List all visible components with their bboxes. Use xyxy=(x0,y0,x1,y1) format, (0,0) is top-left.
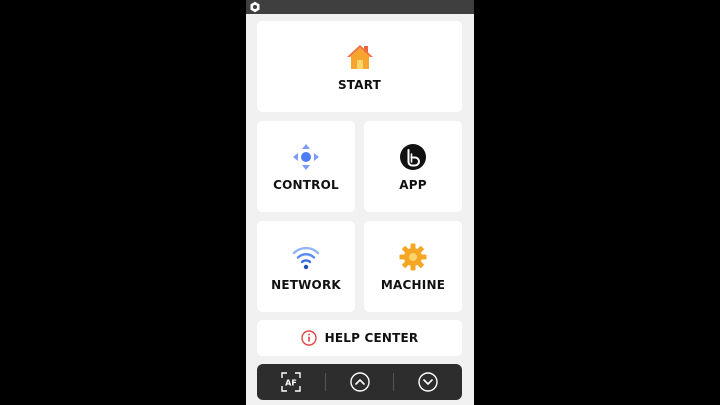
wifi-icon xyxy=(292,246,320,269)
bottom-toolbar: AF xyxy=(257,364,462,400)
settings-hex-icon xyxy=(250,1,260,13)
autofocus-icon: AF xyxy=(281,372,301,392)
network-tile[interactable]: NETWORK xyxy=(257,221,355,312)
control-label: CONTROL xyxy=(273,177,339,192)
autofocus-button[interactable]: AF xyxy=(257,364,325,400)
af-label: AF xyxy=(285,379,297,388)
start-label: START xyxy=(337,77,382,92)
help-center-button[interactable]: HELP CENTER xyxy=(257,320,462,356)
home-icon xyxy=(346,44,373,69)
scroll-up-button[interactable] xyxy=(326,364,394,400)
status-bar xyxy=(246,0,474,14)
help-center-label: HELP CENTER xyxy=(324,331,419,345)
machine-tile[interactable]: MACHINE xyxy=(364,221,462,312)
chevron-up-circle-icon xyxy=(349,372,370,392)
network-label: NETWORK xyxy=(271,277,341,292)
app-tile[interactable]: APP xyxy=(364,121,462,212)
info-icon xyxy=(300,330,317,346)
machine-label: MACHINE xyxy=(380,277,446,292)
chevron-down-circle-icon xyxy=(418,372,438,392)
gear-icon xyxy=(399,243,427,270)
scroll-down-button[interactable] xyxy=(394,364,462,400)
app-logo-icon xyxy=(400,143,426,170)
app-label: APP xyxy=(399,177,427,192)
device-screen: START CONTROL APP NETWORK MACHINE HELP C… xyxy=(246,0,474,405)
directional-pad-icon xyxy=(293,143,319,170)
start-tile[interactable]: START xyxy=(257,21,462,112)
control-tile[interactable]: CONTROL xyxy=(257,121,355,212)
